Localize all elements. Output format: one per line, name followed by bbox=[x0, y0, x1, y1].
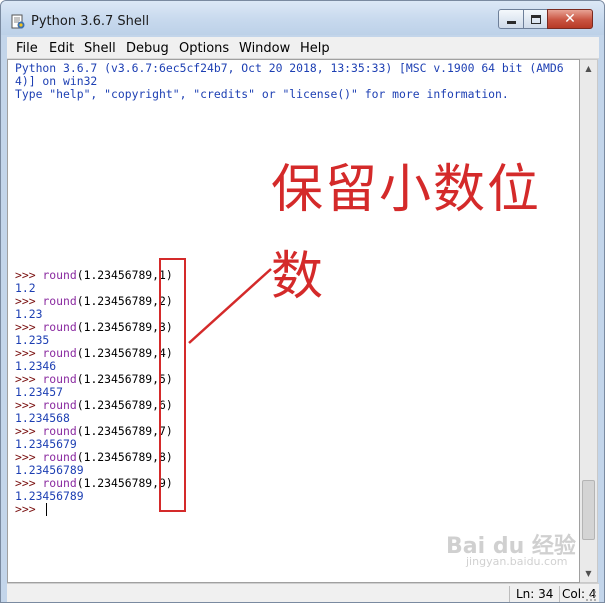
annotation-pointer-line bbox=[188, 268, 272, 344]
current-prompt-line[interactable]: >>> bbox=[15, 503, 48, 516]
menu-window[interactable]: Window bbox=[239, 41, 290, 56]
menu-shell[interactable]: Shell bbox=[84, 41, 116, 56]
close-button[interactable]: ✕ bbox=[547, 9, 593, 29]
minimize-button[interactable] bbox=[498, 9, 524, 29]
menu-bar: File Edit Shell Debug Options Window Hel… bbox=[7, 37, 599, 59]
scrollbar-thumb[interactable] bbox=[582, 480, 595, 540]
menu-options[interactable]: Options bbox=[179, 41, 229, 56]
python-shell-window: Python 3.6.7 Shell ✕ File Edit Shell Deb… bbox=[0, 0, 605, 603]
maximize-button[interactable] bbox=[523, 9, 548, 29]
close-icon: ✕ bbox=[564, 11, 576, 27]
scroll-up-icon[interactable]: ▲ bbox=[580, 60, 597, 77]
vertical-scrollbar[interactable]: ▲ ▼ bbox=[580, 59, 598, 583]
banner-line: Type "help", "copyright", "credits" or "… bbox=[15, 87, 509, 101]
status-separator bbox=[559, 586, 560, 602]
maximize-icon bbox=[531, 15, 541, 24]
input-line: >>> round(1.23456789,1) bbox=[15, 268, 173, 282]
menu-edit[interactable]: Edit bbox=[49, 41, 74, 56]
minimize-icon bbox=[507, 21, 516, 24]
menu-help[interactable]: Help bbox=[300, 41, 330, 56]
scroll-down-icon[interactable]: ▼ bbox=[580, 565, 597, 582]
text-cursor bbox=[46, 503, 48, 516]
python-app-icon bbox=[11, 14, 25, 29]
annotation-title: 保留小数位 bbox=[271, 160, 542, 220]
resize-grip-icon[interactable] bbox=[585, 590, 597, 602]
menu-debug[interactable]: Debug bbox=[126, 41, 169, 56]
shell-text-area[interactable]: Python 3.6.7 (v3.6.7:6ec5cf24b7, Oct 20 … bbox=[7, 59, 580, 583]
window-title: Python 3.6.7 Shell bbox=[31, 14, 150, 29]
watermark-url: jingyan.baidu.com bbox=[466, 555, 568, 568]
status-line-number: Ln: 34 bbox=[516, 587, 554, 601]
menu-file[interactable]: File bbox=[16, 41, 38, 56]
status-separator bbox=[509, 586, 510, 602]
title-bar[interactable]: Python 3.6.7 Shell ✕ bbox=[1, 1, 604, 35]
status-bar: Ln: 34 Col: 4 bbox=[7, 583, 599, 602]
banner-line: Python 3.6.7 (v3.6.7:6ec5cf24b7, Oct 20 … bbox=[15, 61, 564, 75]
